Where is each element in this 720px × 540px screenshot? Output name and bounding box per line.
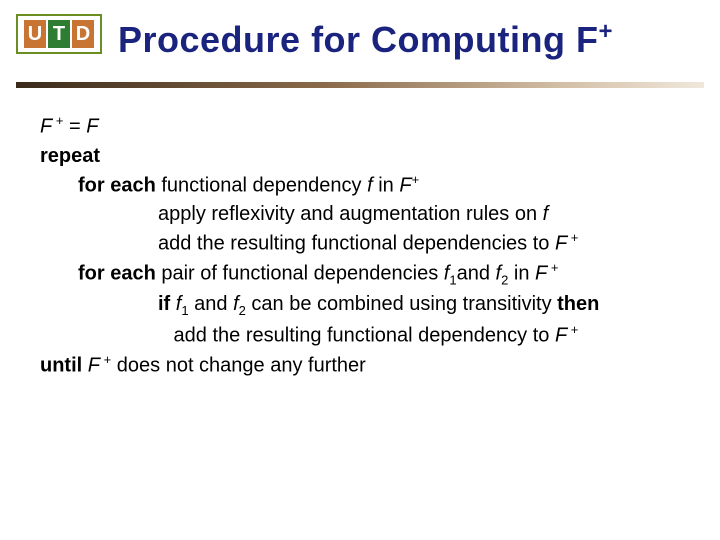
- logo-letter-u: U: [24, 20, 46, 48]
- slide-title: Procedure for Computing F+: [118, 18, 613, 61]
- txt-add2: add the resulting functional dependency …: [168, 325, 555, 347]
- line-add2: add the resulting functional dependency …: [40, 321, 690, 351]
- utd-logo: U T D: [16, 14, 102, 54]
- sup-plus2: +: [412, 172, 420, 187]
- txt-and: and: [457, 263, 496, 285]
- txt-add1: add the resulting functional dependencie…: [158, 233, 555, 255]
- var-Fp: F: [399, 174, 411, 196]
- line-if: if f1 and f2 can be combined using trans…: [40, 290, 690, 321]
- kw-foreach: for each: [78, 174, 156, 196]
- var-F: F: [40, 116, 52, 138]
- kw-then: then: [557, 293, 599, 315]
- kw-foreach2: for each: [78, 263, 156, 285]
- txt-pair: pair of functional dependencies: [156, 263, 444, 285]
- logo-letter-t: T: [48, 20, 70, 48]
- txt-nochange: does not change any further: [111, 355, 366, 377]
- eq: =: [63, 116, 86, 138]
- sub-2b: 2: [239, 303, 246, 318]
- var-F2: F: [86, 116, 98, 138]
- line-init: F + = F: [40, 112, 690, 142]
- sup-plus: +: [52, 113, 63, 128]
- sup-plus5: +: [567, 322, 578, 337]
- kw-until: until: [40, 355, 82, 377]
- line-repeat: repeat: [40, 142, 690, 171]
- logo-inner: U T D: [24, 20, 94, 48]
- var-F4: F: [535, 263, 547, 285]
- sup-plus3: +: [567, 230, 578, 245]
- title-superscript: +: [599, 18, 614, 45]
- algorithm-body: F + = F repeat for each functional depen…: [40, 112, 690, 381]
- var-f2: f: [543, 203, 549, 225]
- sup-plus4: +: [547, 260, 558, 275]
- var-F6: F: [88, 355, 100, 377]
- line-foreach-fd: for each functional dependency f in F+: [40, 171, 690, 201]
- line-until: until F + does not change any further: [40, 351, 690, 381]
- txt-trans: can be combined using transitivity: [246, 293, 557, 315]
- kw-repeat: repeat: [40, 145, 100, 167]
- txt-in2: in: [508, 263, 535, 285]
- txt-fd: functional dependency: [156, 174, 367, 196]
- txt-in: in: [373, 174, 400, 196]
- sub-1b: 1: [181, 303, 188, 318]
- title-text: Procedure for Computing F: [118, 19, 599, 60]
- title-divider: [16, 82, 704, 88]
- sup-plus6: +: [100, 352, 111, 367]
- sub-1: 1: [449, 273, 456, 288]
- logo-letter-d: D: [72, 20, 94, 48]
- line-add1: add the resulting functional dependencie…: [40, 229, 690, 259]
- line-foreach-pair: for each pair of functional dependencies…: [40, 259, 690, 291]
- line-apply: apply reflexivity and augmentation rules…: [40, 200, 690, 229]
- kw-if: if: [158, 293, 170, 315]
- txt-apply: apply reflexivity and augmentation rules…: [158, 203, 543, 225]
- var-F3: F: [555, 233, 567, 255]
- txt-and2: and: [189, 293, 233, 315]
- var-F5: F: [555, 325, 567, 347]
